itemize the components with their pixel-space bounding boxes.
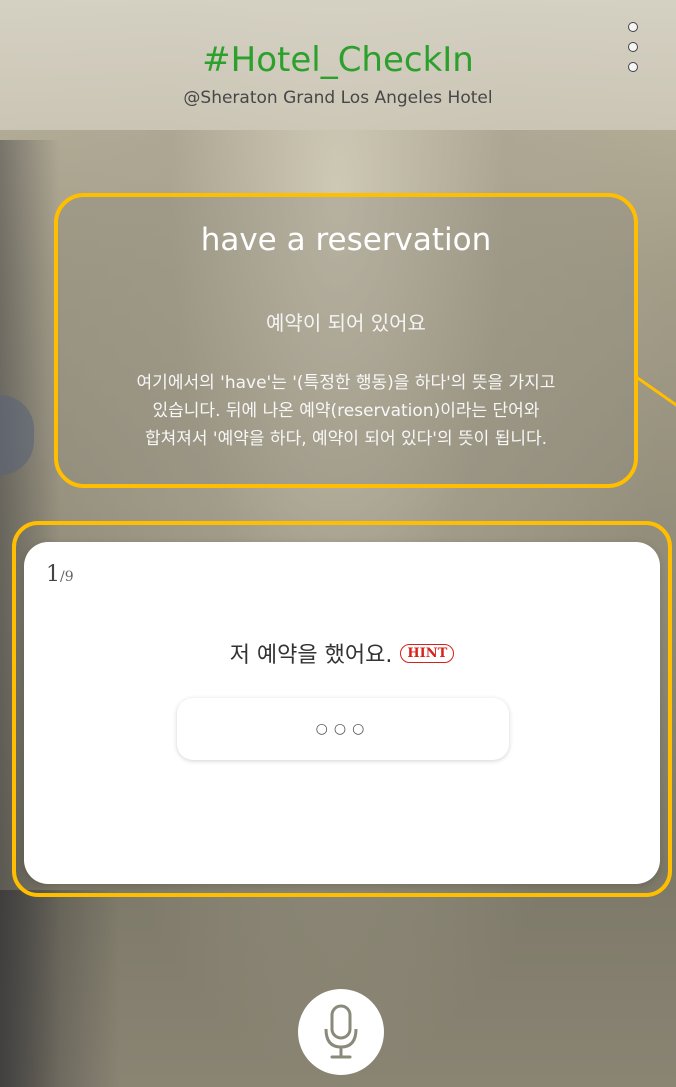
microphone-icon — [324, 1004, 358, 1059]
progress-total: /9 — [60, 569, 74, 585]
expression-phrase: have a reservation — [200, 222, 492, 258]
menu-dot — [628, 42, 638, 52]
progress-current: 1 — [46, 562, 60, 587]
background-shadow-bottom — [0, 890, 120, 1087]
explanation-panel: have a reservation 예약이 되어 있어요 여기에서의 'hav… — [54, 193, 638, 488]
quiz-card: 1/9 저 예약을 했어요. HINT ○○○ — [24, 542, 660, 884]
menu-dot — [628, 62, 638, 72]
answer-field[interactable]: ○○○ — [177, 698, 509, 760]
mic-button[interactable] — [298, 989, 384, 1075]
expression-detail: 여기에서의 'have'는 '(특정한 행동)을 하다'의 뜻을 가지고 있습니… — [136, 373, 556, 449]
menu-dot — [628, 22, 638, 32]
hotel-name: @Sheraton Grand Los Angeles Hotel — [183, 88, 493, 108]
expression-meaning: 예약이 되어 있어요 — [266, 311, 426, 335]
header: #Hotel_CheckIn @Sheraton Grand Los Angel… — [0, 0, 676, 130]
more-vertical-icon[interactable] — [622, 22, 644, 72]
prompt-sentence: 저 예약을 했어요. — [229, 643, 393, 668]
quiz-prompt: 저 예약을 했어요. HINT — [24, 637, 660, 669]
page-title: #Hotel_CheckIn — [202, 40, 474, 80]
progress-indicator: 1/9 — [46, 562, 74, 587]
hint-button[interactable]: HINT — [400, 643, 455, 663]
